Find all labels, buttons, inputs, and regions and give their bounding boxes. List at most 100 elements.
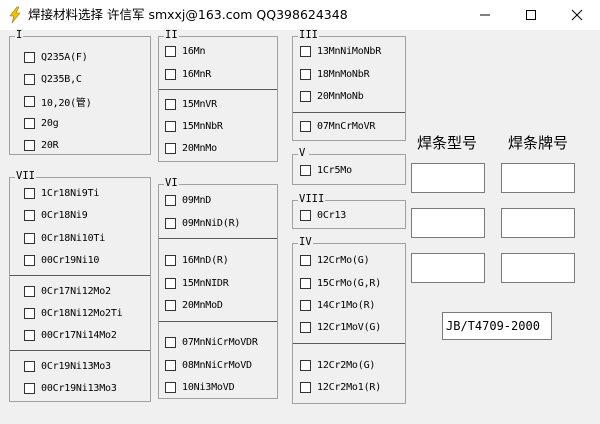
checkbox-20g[interactable]: 20g <box>24 114 59 132</box>
brand-result-1[interactable] <box>501 163 575 193</box>
checkbox-09mnd[interactable]: 09MnD <box>165 191 211 209</box>
checkbox-box[interactable] <box>24 73 35 85</box>
checkbox-box[interactable] <box>165 68 176 80</box>
checkbox-box[interactable] <box>165 381 176 393</box>
checkbox-00cr17ni14mo2[interactable]: 00Cr17Ni14Mo2 <box>24 326 117 344</box>
checkbox-box[interactable] <box>24 187 35 199</box>
checkbox-00cr19ni13mo3[interactable]: 00Cr19Ni13Mo3 <box>24 379 117 397</box>
checkbox-box[interactable] <box>300 359 311 371</box>
checkbox-label: 20MnMoNb <box>317 90 364 102</box>
checkbox-16mn[interactable]: 16Mn <box>165 42 205 60</box>
checkbox-q235af[interactable]: Q235A(F) <box>24 48 88 66</box>
close-button[interactable] <box>554 0 600 30</box>
checkbox-15crmo-gr[interactable]: 15CrMo(G,R) <box>300 274 381 292</box>
checkbox-box[interactable] <box>300 277 311 289</box>
checkbox-15mnvr[interactable]: 15MnVR <box>165 95 217 113</box>
checkbox-box[interactable] <box>165 359 176 371</box>
checkbox-box[interactable] <box>24 254 35 266</box>
checkbox-16mnd-r[interactable]: 16MnD(R) <box>165 251 229 269</box>
checkbox-0cr13[interactable]: 0Cr13 <box>300 206 346 224</box>
checkbox-12cr2mo-g[interactable]: 12Cr2Mo(G) <box>300 356 375 374</box>
checkbox-12crmo-g[interactable]: 12CrMo(G) <box>300 251 370 269</box>
checkbox-15mnnidr[interactable]: 15MnNIDR <box>165 274 229 292</box>
checkbox-box[interactable] <box>165 336 176 348</box>
checkbox-box[interactable] <box>165 277 176 289</box>
checkbox-20mnmo[interactable]: 20MnMo <box>165 139 217 157</box>
checkbox-box[interactable] <box>24 382 35 394</box>
checkbox-label: 12Cr1MoV(G) <box>317 321 382 333</box>
checkbox-box[interactable] <box>24 139 35 151</box>
checkbox-box[interactable] <box>300 321 311 333</box>
checkbox-09mnnid-r[interactable]: 09MnNiD(R) <box>165 214 240 232</box>
checkbox-20mnmod[interactable]: 20MnMoD <box>165 296 223 314</box>
checkbox-20r[interactable]: 20R <box>24 136 59 154</box>
checkbox-box[interactable] <box>300 299 311 311</box>
checkbox-20mnmonb[interactable]: 20MnMoNb <box>300 87 364 105</box>
type-result-1[interactable] <box>411 163 485 193</box>
checkbox-00cr19ni10[interactable]: 00Cr19Ni10 <box>24 251 99 269</box>
checkbox-box[interactable] <box>300 381 311 393</box>
checkbox-14cr1mo-r[interactable]: 14Cr1Mo(R) <box>300 296 375 314</box>
checkbox-box[interactable] <box>24 117 35 129</box>
group-ii: II 16Mn 16MnR 15MnVR 15MnNbR 20MnMo <box>158 29 278 162</box>
checkbox-box[interactable] <box>24 360 35 372</box>
checkbox-box[interactable] <box>165 45 176 57</box>
type-result-2[interactable] <box>411 208 485 238</box>
checkbox-16mnr[interactable]: 16MnR <box>165 65 211 83</box>
group-divider <box>10 275 150 276</box>
checkbox-12cr2mo1-r[interactable]: 12Cr2Mo1(R) <box>300 378 381 396</box>
checkbox-1cr5mo[interactable]: 1Cr5Mo <box>300 161 352 179</box>
checkbox-box[interactable] <box>24 329 35 341</box>
checkbox-label: 0Cr17Ni12Mo2 <box>41 285 111 297</box>
checkbox-box[interactable] <box>300 164 311 176</box>
minimize-button[interactable] <box>462 0 508 30</box>
checkbox-10-20-pipe[interactable]: 10,20(管) <box>24 92 92 110</box>
checkbox-box[interactable] <box>24 307 35 319</box>
brand-result-2[interactable] <box>501 208 575 238</box>
brand-result-3[interactable] <box>501 253 575 283</box>
checkbox-box[interactable] <box>165 254 176 266</box>
checkbox-box[interactable] <box>300 209 311 221</box>
checkbox-label: 07MnCrMoVR <box>317 120 376 132</box>
checkbox-box[interactable] <box>165 142 176 154</box>
checkbox-box[interactable] <box>24 209 35 221</box>
checkbox-label: 00Cr19Ni13Mo3 <box>41 382 117 394</box>
checkbox-box[interactable] <box>300 90 311 102</box>
checkbox-0cr18ni10ti[interactable]: 0Cr18Ni10Ti <box>24 229 105 247</box>
checkbox-box[interactable] <box>24 51 35 63</box>
checkbox-08mnnicrmovd[interactable]: 08MnNiCrMoVD <box>165 356 252 374</box>
checkbox-box[interactable] <box>300 68 311 80</box>
checkbox-label: 07MnNiCrMoVDR <box>182 336 258 348</box>
checkbox-box[interactable] <box>165 120 176 132</box>
checkbox-box[interactable] <box>165 194 176 206</box>
checkbox-box[interactable] <box>165 299 176 311</box>
checkbox-0cr18ni9[interactable]: 0Cr18Ni9 <box>24 206 88 224</box>
checkbox-10ni3movd[interactable]: 10Ni3MoVD <box>165 378 235 396</box>
title-bar[interactable]: 焊接材料选择 许信军 smxxj@163.com QQ398624348 <box>0 0 600 30</box>
checkbox-box[interactable] <box>24 285 35 297</box>
checkbox-box[interactable] <box>24 95 35 107</box>
checkbox-box[interactable] <box>300 254 311 266</box>
checkbox-box[interactable] <box>300 120 311 132</box>
checkbox-box[interactable] <box>165 217 176 229</box>
checkbox-18mnmonbr[interactable]: 18MnMoNbR <box>300 65 370 83</box>
checkbox-0cr19ni13mo3[interactable]: 0Cr19Ni13Mo3 <box>24 357 111 375</box>
checkbox-07mncrmovr[interactable]: 07MnCrMoVR <box>300 117 375 135</box>
checkbox-13mnnimonbr[interactable]: 13MnNiMoNbR <box>300 42 381 60</box>
checkbox-label: 0Cr18Ni10Ti <box>41 232 106 244</box>
type-result-3[interactable] <box>411 253 485 283</box>
checkbox-box[interactable] <box>300 45 311 57</box>
checkbox-box[interactable] <box>165 98 176 110</box>
checkbox-07mnnicrmovdr[interactable]: 07MnNiCrMoVDR <box>165 333 258 351</box>
checkbox-0cr18ni12mo2ti[interactable]: 0Cr18Ni12Mo2Ti <box>24 304 123 322</box>
checkbox-0cr17ni12mo2[interactable]: 0Cr17Ni12Mo2 <box>24 282 111 300</box>
maximize-button[interactable] <box>508 0 554 30</box>
group-divider <box>10 350 150 351</box>
standard-field[interactable]: JB/T4709-2000 <box>442 312 552 340</box>
checkbox-q235bc[interactable]: Q235B,C <box>24 70 82 88</box>
checkbox-12cr1mov-g[interactable]: 12Cr1MoV(G) <box>300 318 381 336</box>
checkbox-15mnnbr[interactable]: 15MnNbR <box>165 117 223 135</box>
group-divider <box>159 321 277 322</box>
checkbox-1cr18ni9ti[interactable]: 1Cr18Ni9Ti <box>24 184 99 202</box>
checkbox-box[interactable] <box>24 232 35 244</box>
